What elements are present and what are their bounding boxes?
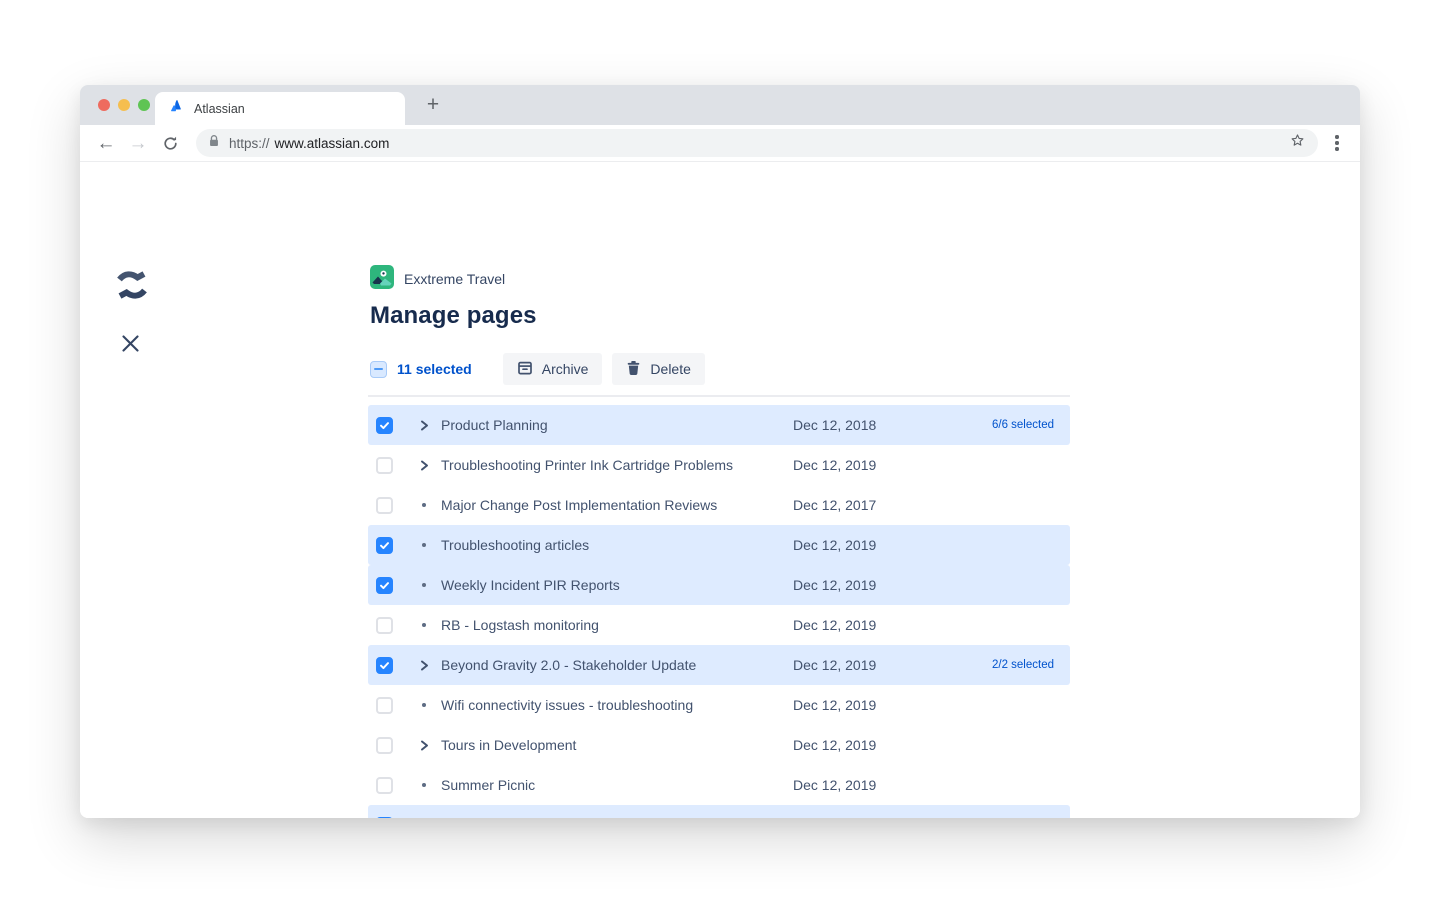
table-row[interactable]: Troubleshooting Printer Ink Cartridge Pr…	[368, 445, 1070, 485]
bullet-icon	[418, 503, 430, 507]
date-cell: Dec 12, 2019	[793, 817, 913, 818]
table-row[interactable]: Summer Picnic Dec 12, 2019	[368, 765, 1070, 805]
page-name-cell: Beyond Gravity 2.0 - Stakeholder Update	[441, 657, 793, 673]
archive-icon	[517, 360, 533, 379]
window-controls	[98, 99, 150, 111]
page-name-cell: Wifi connectivity issues - troubleshooti…	[441, 697, 793, 713]
bullet-icon	[418, 623, 430, 627]
forward-button[interactable]: →	[122, 127, 154, 159]
delete-button-label: Delete	[650, 361, 690, 377]
table-row[interactable]: Major Change Post Implementation Reviews…	[368, 485, 1070, 525]
page-name-cell: Troubleshooting articles	[441, 537, 793, 553]
chevron-right-icon[interactable]	[418, 420, 430, 431]
space-name: Exxtreme Travel	[404, 271, 505, 287]
row-checkbox[interactable]	[376, 737, 393, 754]
table-row[interactable]: Product Planning Dec 12, 2018 6/6 select…	[368, 405, 1070, 445]
bulk-actions-toolbar: 11 selected Archive	[370, 353, 1072, 385]
zoom-window-button[interactable]	[138, 99, 150, 111]
page-name-cell: Major Change Post Implementation Reviews	[441, 497, 793, 513]
date-cell: Dec 12, 2019	[793, 457, 913, 473]
page-content: Exxtreme Travel Manage pages 11 selected…	[80, 162, 1360, 818]
page-name-cell: RB - Logstash monitoring	[441, 617, 793, 633]
selected-count-label: 11 selected	[397, 361, 472, 377]
chevron-right-icon[interactable]	[418, 740, 430, 751]
archive-button-label: Archive	[542, 361, 589, 377]
main-panel: Exxtreme Travel Manage pages 11 selected…	[370, 267, 1072, 818]
close-manage-pages-button[interactable]	[121, 334, 140, 358]
table-row[interactable]: Meeting Notes 1/24/17 Dec 12, 2019	[368, 805, 1070, 818]
table-divider	[368, 395, 1070, 397]
page-name-cell: Summer Picnic	[441, 777, 793, 793]
date-cell: Dec 12, 2019	[793, 697, 913, 713]
browser-tab-bar: Atlassian +	[80, 85, 1360, 125]
browser-menu-button[interactable]	[1324, 127, 1350, 159]
row-checkbox[interactable]	[376, 777, 393, 794]
url-scheme: https://	[229, 136, 270, 151]
row-checkbox[interactable]	[376, 657, 393, 674]
table-row[interactable]: RB - Logstash monitoring Dec 12, 2019	[368, 605, 1070, 645]
chevron-right-icon[interactable]	[418, 660, 430, 671]
row-checkbox[interactable]	[376, 417, 393, 434]
minimize-window-button[interactable]	[118, 99, 130, 111]
page-title: Manage pages	[370, 302, 1072, 330]
date-cell: Dec 12, 2019	[793, 577, 913, 593]
close-window-button[interactable]	[98, 99, 110, 111]
page-name-cell: Product Planning	[441, 417, 793, 433]
lock-icon	[208, 134, 220, 153]
url-text: https:// www.atlassian.com	[229, 136, 389, 151]
page-name-cell: Weekly Incident PIR Reports	[441, 577, 793, 593]
browser-tab-atlassian[interactable]: Atlassian	[155, 92, 405, 125]
table-row[interactable]: Weekly Incident PIR Reports Dec 12, 2019	[368, 565, 1070, 605]
row-checkbox[interactable]	[376, 617, 393, 634]
date-cell: Dec 12, 2019	[793, 737, 913, 753]
row-checkbox[interactable]	[376, 537, 393, 554]
table-row[interactable]: Beyond Gravity 2.0 - Stakeholder Update …	[368, 645, 1070, 685]
url-host: www.atlassian.com	[275, 136, 390, 151]
url-bar[interactable]: https:// www.atlassian.com	[196, 129, 1318, 157]
space-header: Exxtreme Travel	[370, 267, 1072, 291]
new-tab-button[interactable]: +	[419, 91, 447, 119]
bookmark-star-icon[interactable]	[1289, 132, 1306, 154]
trash-icon	[626, 360, 641, 379]
date-cell: Dec 12, 2019	[793, 617, 913, 633]
select-all-checkbox[interactable]	[370, 361, 387, 378]
bullet-icon	[418, 783, 430, 787]
row-checkbox[interactable]	[376, 817, 393, 819]
archive-button[interactable]: Archive	[503, 353, 603, 385]
date-cell: Dec 12, 2018	[793, 417, 913, 433]
date-cell: Dec 12, 2019	[793, 537, 913, 553]
browser-toolbar: ← → https:// www.atlassian.com	[80, 125, 1360, 162]
table-row[interactable]: Wifi connectivity issues - troubleshooti…	[368, 685, 1070, 725]
row-checkbox[interactable]	[376, 577, 393, 594]
back-button[interactable]: ←	[90, 127, 122, 159]
page-name-cell: Meeting Notes 1/24/17	[441, 817, 793, 818]
table-row[interactable]: Troubleshooting articles Dec 12, 2019	[368, 525, 1070, 565]
atlassian-favicon-icon	[169, 98, 185, 119]
page-name-cell: Tours in Development	[441, 737, 793, 753]
reload-button[interactable]	[154, 127, 186, 159]
bullet-icon	[418, 703, 430, 707]
selected-count-badge: 6/6 selected	[992, 419, 1054, 431]
row-checkbox[interactable]	[376, 697, 393, 714]
confluence-logo-icon	[117, 268, 147, 307]
bullet-icon	[418, 583, 430, 587]
page-name-cell: Troubleshooting Printer Ink Cartridge Pr…	[441, 457, 793, 473]
tab-title: Atlassian	[194, 102, 245, 116]
selected-count-badge: 2/2 selected	[992, 659, 1054, 671]
space-avatar-icon	[370, 265, 394, 294]
chevron-right-icon[interactable]	[418, 460, 430, 471]
date-cell: Dec 12, 2019	[793, 657, 913, 673]
pages-table: Product Planning Dec 12, 2018 6/6 select…	[368, 405, 1070, 818]
date-cell: Dec 12, 2017	[793, 497, 913, 513]
date-cell: Dec 12, 2019	[793, 777, 913, 793]
table-row[interactable]: Tours in Development Dec 12, 2019	[368, 725, 1070, 765]
row-checkbox[interactable]	[376, 497, 393, 514]
delete-button[interactable]: Delete	[612, 353, 704, 385]
bullet-icon	[418, 543, 430, 547]
browser-window: Atlassian + ← → https:// www.atlassian.co…	[80, 85, 1360, 818]
row-checkbox[interactable]	[376, 457, 393, 474]
